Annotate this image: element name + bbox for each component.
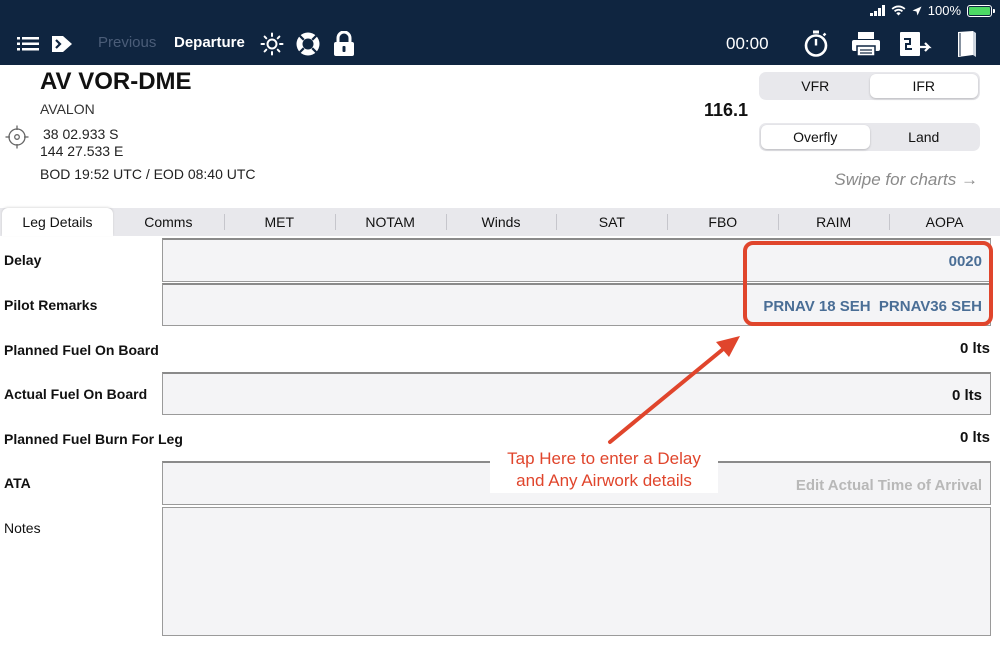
delay-label: Delay bbox=[4, 252, 42, 268]
tab-fbo[interactable]: FBO bbox=[667, 208, 778, 236]
crosshair-icon[interactable] bbox=[5, 125, 29, 149]
ifr-option[interactable]: IFR bbox=[869, 74, 978, 98]
status-indicators: 100% bbox=[869, 3, 995, 18]
ata-label: ATA bbox=[4, 475, 31, 491]
tab-comms[interactable]: Comms bbox=[113, 208, 224, 236]
battery-icon bbox=[967, 4, 995, 17]
flight-rules-control[interactable]: VFR IFR bbox=[759, 72, 980, 100]
actual-fuel-value: 0 lts bbox=[951, 387, 982, 404]
waypoint-location: AVALON bbox=[40, 101, 95, 117]
actual-fuel-label: Actual Fuel On Board bbox=[4, 386, 148, 402]
tab-raim[interactable]: RAIM bbox=[778, 208, 889, 236]
signal-icon bbox=[869, 5, 885, 16]
annotation-callout: Tap Here to enter a Delay and Any Airwor… bbox=[490, 447, 718, 493]
departure-button[interactable]: Departure bbox=[174, 34, 245, 51]
notes-field[interactable] bbox=[162, 507, 991, 636]
notes-label: Notes bbox=[4, 520, 41, 536]
tab-winds[interactable]: Winds bbox=[445, 208, 557, 236]
land-option[interactable]: Land bbox=[870, 125, 979, 149]
printer-icon[interactable] bbox=[850, 30, 882, 58]
list-icon[interactable] bbox=[14, 30, 42, 58]
swipe-charts-hint[interactable]: Swipe for charts → bbox=[834, 170, 978, 190]
lifebuoy-icon[interactable] bbox=[294, 30, 322, 58]
flight-timer[interactable]: 00:00 bbox=[726, 34, 769, 54]
overfly-option[interactable]: Overfly bbox=[761, 125, 870, 149]
route-icon[interactable] bbox=[48, 30, 76, 58]
planned-fuel-label: Planned Fuel On Board bbox=[4, 342, 159, 358]
brightness-icon[interactable] bbox=[258, 30, 286, 58]
book-icon[interactable] bbox=[952, 30, 980, 58]
clipboard-icon[interactable] bbox=[898, 30, 934, 58]
planned-burn-value: 0 lts bbox=[959, 429, 990, 446]
previous-button[interactable]: Previous bbox=[98, 34, 156, 51]
tab-met[interactable]: MET bbox=[223, 208, 335, 236]
lock-icon[interactable] bbox=[330, 30, 358, 58]
annotation-line-1: Tap Here to enter a Delay bbox=[507, 449, 701, 468]
daylight-times: BOD 19:52 UTC / EOD 08:40 UTC bbox=[40, 166, 256, 182]
tab-notam[interactable]: NOTAM bbox=[334, 208, 446, 236]
pilot-remarks-label: Pilot Remarks bbox=[4, 297, 98, 313]
status-bar: 100% bbox=[0, 0, 1000, 22]
vfr-option[interactable]: VFR bbox=[761, 74, 870, 98]
planned-burn-label: Planned Fuel Burn For Leg bbox=[4, 431, 183, 447]
planned-fuel-value: 0 lts bbox=[959, 340, 990, 357]
battery-percentage: 100% bbox=[927, 3, 961, 18]
annotation-highlight-box bbox=[743, 241, 993, 326]
stopwatch-icon[interactable] bbox=[802, 30, 830, 58]
annotation-line-2: and Any Airwork details bbox=[516, 471, 692, 490]
ata-placeholder: Edit Actual Time of Arrival bbox=[795, 477, 982, 494]
tab-sat[interactable]: SAT bbox=[556, 208, 667, 236]
wifi-icon bbox=[891, 5, 906, 16]
tab-bar: Leg Details Comms MET NOTAM Winds SAT FB… bbox=[0, 208, 1000, 236]
location-arrow-icon bbox=[912, 6, 922, 15]
tab-aopa[interactable]: AOPA bbox=[889, 208, 1000, 236]
navigation-bar: Previous Departure 00:00 bbox=[0, 22, 1000, 65]
waypoint-longitude: 144 27.533 E bbox=[40, 143, 124, 159]
waypoint-title: AV VOR-DME bbox=[40, 68, 192, 95]
frequency-value: 116.1 bbox=[704, 100, 749, 120]
waypoint-latitude: 38 02.933 S bbox=[43, 126, 119, 142]
approach-control[interactable]: Overfly Land bbox=[759, 123, 980, 151]
tab-leg-details[interactable]: Leg Details bbox=[2, 208, 113, 236]
actual-fuel-field[interactable]: 0 lts bbox=[162, 372, 991, 415]
